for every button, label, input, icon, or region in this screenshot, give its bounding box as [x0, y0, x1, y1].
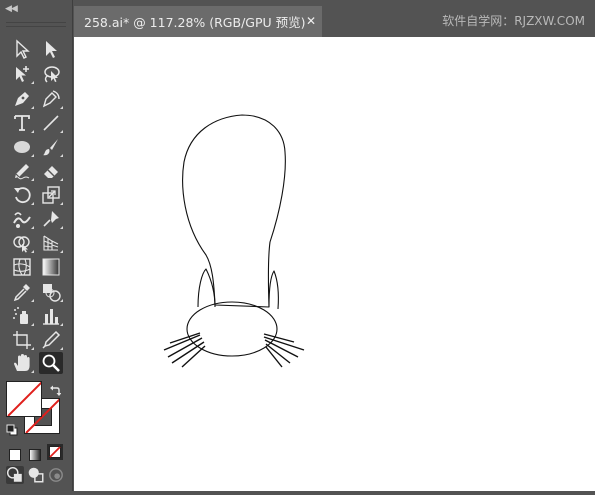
shape-builder-tool-icon[interactable]	[10, 232, 34, 254]
slice-tool-icon[interactable]	[39, 329, 63, 351]
puppet-warp-tool-icon[interactable]	[39, 208, 63, 230]
direct-selection-tool-icon[interactable]	[39, 38, 63, 60]
type-tool-icon[interactable]	[10, 112, 34, 134]
document-tab-title: 258.ai* @ 117.28% (RGB/GPU 预览)	[84, 15, 306, 30]
paintbrush-tool-icon[interactable]	[39, 136, 63, 158]
gradient-tool-icon[interactable]	[39, 256, 63, 278]
symbol-sprayer-tool-icon[interactable]	[10, 305, 34, 327]
artboard-tool-icon[interactable]	[10, 329, 34, 351]
warp-tool-icon[interactable]	[10, 208, 34, 230]
document-tab[interactable]: 258.ai* @ 117.28% (RGB/GPU 预览) ✕	[74, 6, 322, 37]
draw-inside-icon[interactable]	[47, 466, 65, 484]
right-ear	[268, 270, 279, 310]
document-tab-bar: 258.ai* @ 117.28% (RGB/GPU 预览) ✕ 软件自学网：R…	[0, 0, 595, 37]
head-shape	[182, 114, 286, 308]
eraser-tool-icon[interactable]	[39, 160, 63, 182]
none-mode-icon[interactable]	[47, 444, 63, 460]
fill-swatch[interactable]	[6, 381, 42, 417]
tools-panel: ◀◀	[0, 0, 73, 491]
watermark: 软件自学网：RJZXW.COM	[442, 14, 585, 28]
scale-tool-icon[interactable]	[39, 184, 63, 206]
collapse-panel-icon[interactable]: ◀◀	[5, 4, 18, 14]
eyedropper-tool-icon[interactable]	[10, 281, 34, 303]
curvature-tool-icon[interactable]	[39, 88, 63, 110]
pencil-tool-icon[interactable]	[10, 160, 34, 182]
column-graph-tool-icon[interactable]	[39, 305, 63, 327]
selection-tool-icon[interactable]	[10, 38, 34, 60]
muzzle	[186, 301, 278, 357]
artwork	[163, 114, 305, 368]
default-fill-stroke-icon[interactable]	[6, 421, 18, 436]
group-selection-tool-icon[interactable]	[10, 63, 34, 85]
swap-fill-stroke-icon[interactable]	[49, 382, 62, 396]
pen-tool-icon[interactable]	[10, 88, 34, 110]
whiskers	[163, 332, 305, 368]
rotate-tool-icon[interactable]	[10, 184, 34, 206]
lasso-tool-icon[interactable]	[39, 63, 63, 85]
zoom-tool-icon[interactable]	[39, 352, 63, 374]
none-indicator	[7, 382, 41, 416]
artboard-canvas[interactable]	[74, 37, 595, 491]
blend-tool-icon[interactable]	[39, 281, 63, 303]
mesh-tool-icon[interactable]	[10, 256, 34, 278]
draw-normal-icon[interactable]	[6, 466, 24, 484]
gradient-mode-icon[interactable]	[29, 446, 41, 461]
perspective-grid-tool-icon[interactable]	[39, 232, 63, 254]
panel-grip[interactable]	[6, 22, 66, 27]
line-segment-tool-icon[interactable]	[39, 112, 63, 134]
color-mode-icon[interactable]	[9, 446, 21, 461]
draw-behind-icon[interactable]	[27, 466, 45, 484]
hand-tool-icon[interactable]	[10, 352, 34, 374]
close-icon[interactable]: ✕	[304, 14, 318, 28]
ellipse-tool-icon[interactable]	[10, 136, 34, 158]
